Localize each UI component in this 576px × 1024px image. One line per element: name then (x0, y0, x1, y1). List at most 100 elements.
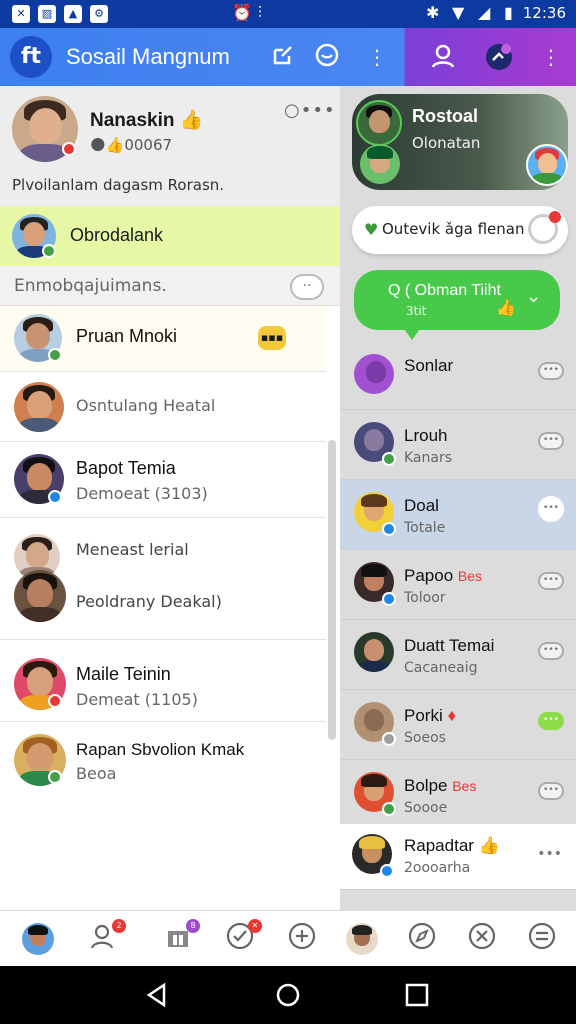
contact-row[interactable]: Pruan Mnoki ▪▪▪ (0, 306, 326, 372)
chat-more-button[interactable]: ••• (538, 782, 564, 800)
avatar (526, 144, 568, 186)
chat-subtitle: Cacaneaig (404, 660, 478, 676)
contact-row[interactable]: Osntulang Heatal (0, 372, 326, 442)
chat-name: Rapadtar 👍 (404, 836, 500, 855)
nav-menu-icon[interactable] (524, 921, 560, 957)
section-more-button[interactable]: ⋅⋅ (290, 274, 324, 300)
tag-label: Bes (457, 568, 483, 584)
chat-row[interactable]: Porki ♦ Soeos ••• (340, 690, 576, 760)
toggle-icon[interactable] (528, 211, 561, 244)
story-title: Rostoal (412, 106, 479, 126)
contact-subtitle: Demoeat (3103) (76, 484, 208, 503)
story-subtitle: Olonatan (412, 134, 481, 152)
notification-badge: 8 (186, 919, 200, 933)
contact-subtitle: Demeat (1105) (76, 690, 198, 709)
contact-name: Meneast lerial (76, 540, 189, 559)
chat-row[interactable]: Papoo Bes Toloor ••• (340, 550, 576, 620)
app-title: Sosail Mangnum (66, 44, 230, 69)
profile-name: Nanaskin 👍 (90, 110, 204, 131)
chat-subtitle: Toloor (404, 590, 446, 606)
recents-icon[interactable] (404, 982, 430, 1008)
message-bubble[interactable]: Q ( Obman Tiiht 3tit 👍 ⌄ (354, 270, 560, 330)
vibrate-icon: ⫶ (258, 3, 263, 22)
profile-sub: 🌑👍00067 (90, 136, 173, 154)
profile-description: Plvoilanlam dagasm Rorasn. (12, 176, 225, 194)
chat-name: Lrouh (404, 426, 448, 445)
bluetooth-icon: ✱ (426, 3, 440, 22)
story-card[interactable]: Rostoal Olonatan (352, 94, 568, 190)
chat-row[interactable]: Bolpe Bes Soooe ••• (340, 760, 576, 830)
online-badge (382, 452, 396, 466)
status-badge (382, 592, 396, 606)
wifi-icon: ▼ (452, 3, 465, 22)
scrollbar[interactable] (328, 440, 336, 740)
contact-row[interactable]: Maile Teinin Demeat (1105) (0, 646, 326, 722)
chat-more-button[interactable]: ••• (538, 362, 564, 380)
home-icon[interactable] (275, 982, 301, 1008)
chat-bubble-icon[interactable] (312, 42, 342, 72)
pill-text: Outevik ǎga flenan (382, 220, 525, 238)
image-icon: ▲ (64, 5, 82, 23)
nav-user-avatar[interactable] (344, 921, 380, 957)
chat-name: Papoo Bes (404, 566, 483, 585)
profile-card[interactable]: Nanaskin 👍 🌑👍00067 ○••• Plvoilanlam daga… (0, 86, 340, 206)
bubble-tail (402, 326, 422, 340)
person-icon[interactable] (428, 42, 458, 72)
app-bar: ft Sosail Mangnum ⋮ ⋮ (0, 28, 576, 86)
contact-row[interactable]: Bapot Temia Demoeat (3103) (0, 442, 326, 518)
chat-more-button[interactable]: ••• (538, 572, 564, 590)
suggestion-pill[interactable]: ♥ Outevik ǎga flenan (352, 206, 568, 254)
nav-close-icon[interactable] (464, 921, 500, 957)
chat-subtitle: Totale (404, 520, 446, 536)
chat-more-button[interactable]: ••• (538, 432, 564, 450)
highlight-label: Obrodalank (70, 225, 164, 245)
more-options-icon[interactable]: ○••• (284, 100, 336, 121)
more-options-icon[interactable]: ••• (537, 846, 562, 862)
status-badge (382, 522, 396, 536)
thumbs-up-icon: 👍 (478, 836, 500, 855)
status-bar: ✕ ▨ ▲ ⚙ ⏰ ⫶ ✱ ▼ ◢ ▮ 12:36 (0, 0, 576, 28)
chat-row[interactable]: Lrouh Kanars ••• (340, 410, 576, 480)
chat-row-selected[interactable]: Doal Totale ••• (340, 480, 576, 550)
system-nav-bar (0, 966, 576, 1024)
more-vert-right-icon[interactable]: ⋮ (536, 42, 566, 72)
status-badge (62, 142, 76, 156)
settings-gear-icon: ⚙ (90, 5, 108, 23)
photo-icon: ▨ (38, 5, 56, 23)
nav-contacts-icon[interactable]: 2 (86, 919, 126, 957)
compose-icon[interactable] (268, 42, 298, 72)
chat-row[interactable]: Duatt Temai Cacaneaig ••• (340, 620, 576, 690)
status-badge (48, 694, 62, 708)
nav-compass-icon[interactable] (404, 921, 440, 957)
chat-row[interactable]: Sonlar ••• (340, 340, 576, 410)
chat-more-button[interactable]: ••• (538, 496, 564, 522)
nav-stats-icon[interactable]: 8 (160, 919, 200, 957)
contact-name: Maile Teinin (76, 664, 171, 684)
notification-badge: 2 (112, 919, 126, 933)
heart-icon: ♦ (447, 706, 457, 725)
avatar (354, 632, 394, 672)
avatar (14, 382, 64, 432)
nav-profile-avatar[interactable] (20, 921, 56, 957)
bubble-text: Q ( Obman Tiiht (388, 282, 501, 299)
status-icon[interactable] (484, 42, 514, 72)
contact-row[interactable]: Rapan Sbvolion Kmak Beoa (0, 722, 326, 802)
online-badge (48, 770, 62, 784)
nav-add-icon[interactable] (284, 921, 320, 957)
online-badge (48, 348, 62, 362)
nav-check-icon[interactable]: ✕ (222, 919, 262, 957)
more-vert-icon[interactable]: ⋮ (362, 42, 392, 72)
highlight-row[interactable]: Obrodalank (0, 206, 340, 266)
chat-row[interactable]: Rapadtar 👍 2oooarha ••• (340, 824, 576, 890)
left-panel: Nanaskin 👍 🌑👍00067 ○••• Plvoilanlam daga… (0, 86, 340, 910)
chat-more-button[interactable]: ••• (538, 642, 564, 660)
section-label: Enmobqajuimans. (14, 276, 167, 296)
back-icon[interactable] (144, 982, 170, 1008)
online-badge (42, 244, 56, 258)
app-logo[interactable]: ft (10, 36, 52, 78)
thumbs-up-emoji: 👍 (179, 110, 204, 131)
chat-more-button[interactable]: ••• (538, 712, 564, 730)
contact-row[interactable]: Meneast lerial Peoldrany Deakal) (0, 518, 326, 640)
battery-icon: ▮ (504, 3, 513, 22)
chevron-down-icon[interactable]: ⌄ (526, 286, 541, 307)
